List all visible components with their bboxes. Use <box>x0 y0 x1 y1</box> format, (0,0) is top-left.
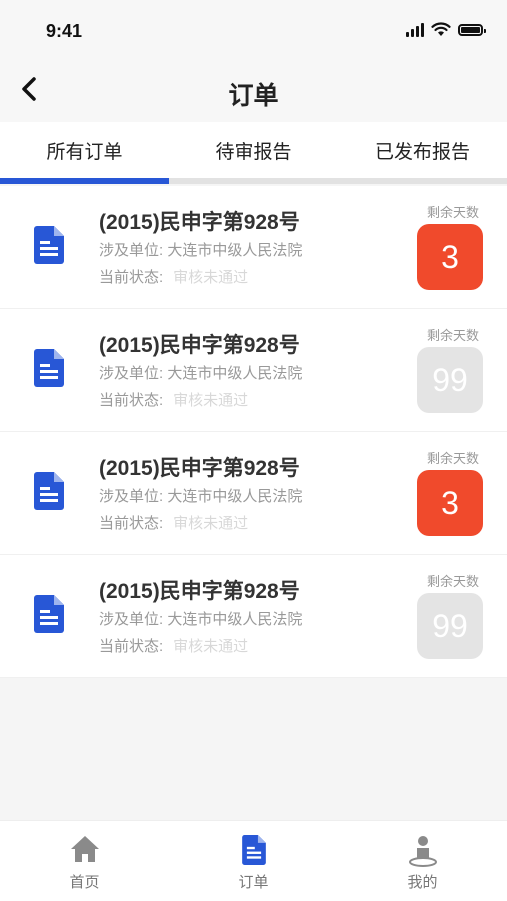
order-item[interactable]: (2015)民申字第928号 涉及单位: 大连市中级人民法院 当前状态: 审核未通… <box>0 309 507 432</box>
order-unit: 涉及单位: 大连市中级人民法院 <box>99 485 302 506</box>
order-item[interactable]: (2015)民申字第928号 涉及单位: 大连市中级人民法院 当前状态: 审核未通… <box>0 432 507 555</box>
tab-bar: 所有订单 待审报告 已发布报告 <box>0 122 507 184</box>
document-icon <box>34 349 64 387</box>
nav-home[interactable]: 首页 <box>0 821 169 901</box>
unit-value: 大连市中级人民法院 <box>167 365 303 382</box>
tab-pending-reports[interactable]: 待审报告 <box>169 122 338 178</box>
unit-value: 大连市中级人民法院 <box>167 242 303 259</box>
order-item[interactable]: (2015)民申字第928号 涉及单位: 大连市中级人民法院 当前状态: 审核未通… <box>0 186 507 309</box>
remaining-days-label: 剩余天数 <box>426 205 479 220</box>
state-value: 审核未通过 <box>173 638 249 655</box>
state-label: 当前状态: <box>99 638 164 655</box>
order-list: (2015)民申字第928号 涉及单位: 大连市中级人民法院 当前状态: 审核未通… <box>0 186 507 678</box>
order-state: 当前状态: 审核未通过 <box>99 512 248 533</box>
remaining-days-badge: 3 <box>417 470 483 536</box>
order-state: 当前状态: 审核未通过 <box>99 635 248 656</box>
wifi-icon <box>431 22 451 36</box>
signal-icon <box>406 22 424 37</box>
order-item[interactable]: (2015)民申字第928号 涉及单位: 大连市中级人民法院 当前状态: 审核未通… <box>0 555 507 678</box>
tab-published-reports[interactable]: 已发布报告 <box>338 122 507 178</box>
bottom-nav: 首页 订单 我的 <box>0 820 507 901</box>
order-state: 当前状态: 审核未通过 <box>99 266 248 287</box>
document-icon <box>34 472 64 510</box>
remaining-days-badge: 3 <box>417 224 483 290</box>
order-unit: 涉及单位: 大连市中级人民法院 <box>99 362 302 383</box>
tab-indicator <box>0 178 169 184</box>
nav-mine[interactable]: 我的 <box>338 821 507 901</box>
order-title: (2015)民申字第928号 <box>99 334 300 357</box>
home-icon <box>70 836 99 862</box>
user-icon <box>408 836 437 867</box>
unit-value: 大连市中级人民法院 <box>167 611 303 628</box>
unit-label: 涉及单位: <box>99 611 164 628</box>
remaining-days-label: 剩余天数 <box>426 574 479 589</box>
nav-mine-label: 我的 <box>407 874 438 891</box>
remaining-days-label: 剩余天数 <box>426 451 479 466</box>
state-value: 审核未通过 <box>173 392 249 409</box>
state-value: 审核未通过 <box>173 515 249 532</box>
tab-all-orders[interactable]: 所有订单 <box>0 122 169 178</box>
nav-orders-label: 订单 <box>238 874 269 891</box>
document-icon <box>34 226 64 264</box>
state-label: 当前状态: <box>99 392 164 409</box>
document-icon <box>241 835 266 865</box>
unit-label: 涉及单位: <box>99 488 164 505</box>
order-unit: 涉及单位: 大连市中级人民法院 <box>99 239 302 260</box>
unit-label: 涉及单位: <box>99 365 164 382</box>
remaining-days-badge: 99 <box>417 347 483 413</box>
remaining-days-badge: 99 <box>417 593 483 659</box>
page-title: 订单 <box>228 82 279 110</box>
status-icons <box>406 22 486 37</box>
order-title: (2015)民申字第928号 <box>99 457 300 480</box>
state-label: 当前状态: <box>99 269 164 286</box>
nav-home-label: 首页 <box>69 874 100 891</box>
order-unit: 涉及单位: 大连市中级人民法院 <box>99 608 302 629</box>
unit-value: 大连市中级人民法院 <box>167 488 303 505</box>
battery-icon <box>458 23 486 36</box>
document-icon <box>34 595 64 633</box>
order-state: 当前状态: 审核未通过 <box>99 389 248 410</box>
state-label: 当前状态: <box>99 515 164 532</box>
nav-bar: 订单 <box>0 60 507 122</box>
nav-orders[interactable]: 订单 <box>169 821 338 901</box>
state-value: 审核未通过 <box>173 269 249 286</box>
order-title: (2015)民申字第928号 <box>99 580 300 603</box>
status-bar: 9:41 <box>0 0 507 60</box>
remaining-days-label: 剩余天数 <box>426 328 479 343</box>
unit-label: 涉及单位: <box>99 242 164 259</box>
order-title: (2015)民申字第928号 <box>99 211 300 234</box>
status-time: 9:41 <box>46 21 83 41</box>
